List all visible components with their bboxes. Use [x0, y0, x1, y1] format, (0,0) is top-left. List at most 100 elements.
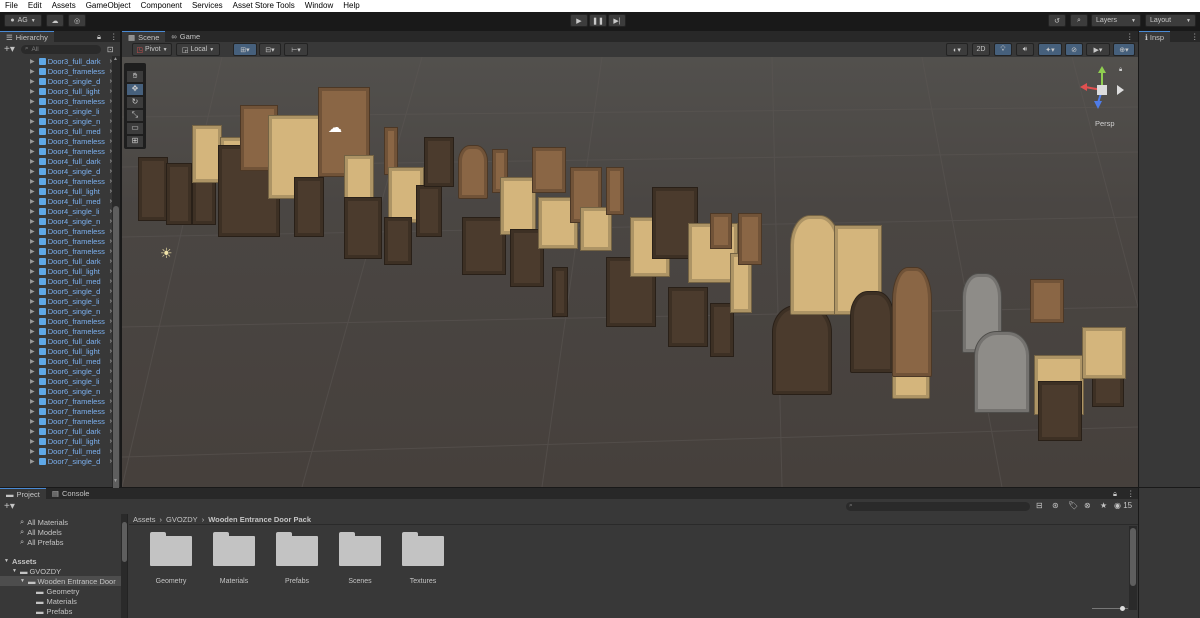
expand-arrow-icon[interactable]: ▶: [0, 168, 38, 175]
door-model[interactable]: [384, 217, 412, 265]
hierarchy-item[interactable]: ▶ Door4_frameless ›: [0, 176, 112, 186]
expand-arrow-icon[interactable]: ▶: [0, 178, 38, 185]
tab-scene[interactable]: ▦ Scene: [122, 31, 166, 42]
hierarchy-item[interactable]: ▶ Door6_full_med ›: [0, 356, 112, 366]
project-tree-scrollbar[interactable]: [121, 514, 127, 618]
hierarchy-item[interactable]: ▶ Door3_full_med ›: [0, 126, 112, 136]
account-dropdown[interactable]: ● AG ▼: [4, 14, 42, 27]
hierarchy-item[interactable]: ▶ Door3_frameless ›: [0, 96, 112, 106]
scroll-up-icon[interactable]: ▲: [113, 56, 118, 62]
expand-arrow-icon[interactable]: ▶: [0, 398, 38, 405]
expand-arrow-icon[interactable]: ▶: [0, 388, 38, 395]
hierarchy-item[interactable]: ▶ Door5_frameless ›: [0, 226, 112, 236]
breadcrumb-item[interactable]: GVOZDY: [166, 515, 198, 524]
scroll-down-icon[interactable]: ▼: [113, 478, 118, 484]
door-model[interactable]: [850, 291, 894, 373]
expand-arrow-icon[interactable]: ▶: [0, 58, 38, 65]
slider-thumb[interactable]: [1120, 606, 1125, 611]
expand-arrow-icon[interactable]: ▶: [0, 438, 38, 445]
hierarchy-item[interactable]: ▶ Door5_full_dark ›: [0, 256, 112, 266]
play-button[interactable]: ▶: [570, 14, 588, 27]
filter-type-icon[interactable]: ⊟: [1036, 501, 1043, 510]
door-model[interactable]: [416, 185, 442, 237]
expand-arrow-icon[interactable]: ▶: [0, 418, 38, 425]
hierarchy-item[interactable]: ▶ Door7_full_med ›: [0, 446, 112, 456]
hierarchy-item[interactable]: ▶ Door5_full_light ›: [0, 266, 112, 276]
tree-item-materials[interactable]: ▬ Materials: [0, 596, 122, 606]
menu-item[interactable]: Edit: [23, 0, 47, 12]
hierarchy-item[interactable]: ▶ Door5_full_med ›: [0, 276, 112, 286]
expand-arrow-icon[interactable]: ▶: [0, 108, 38, 115]
folder-item[interactable]: Textures: [393, 532, 453, 585]
hierarchy-item[interactable]: ▶ Door4_full_light ›: [0, 186, 112, 196]
hierarchy-item[interactable]: ▶ Door3_full_dark ›: [0, 56, 112, 66]
project-tree-scroll-thumb[interactable]: [122, 522, 127, 562]
hierarchy-search-input[interactable]: ⌕ All: [20, 44, 101, 54]
lighting-toggle[interactable]: 💡︎: [994, 43, 1012, 56]
hierarchy-scrollbar[interactable]: ▲ ▼: [112, 56, 120, 491]
door-model[interactable]: [710, 213, 732, 249]
hierarchy-item[interactable]: ▶ Door5_single_d ›: [0, 286, 112, 296]
expand-arrow-icon[interactable]: ▶: [0, 258, 38, 265]
hierarchy-item[interactable]: ▶ Door6_single_n ›: [0, 386, 112, 396]
hierarchy-item[interactable]: ▶ Door3_frameless ›: [0, 136, 112, 146]
scene-viewport[interactable]: ✋︎ ✥ ↻ ⤡ ▭ ⊞ ☁ ☀ Persp 🔒︎: [122, 57, 1138, 487]
ruler-button[interactable]: ⊢▾: [284, 43, 308, 56]
folder-item[interactable]: Geometry: [141, 532, 201, 585]
expand-arrow-icon[interactable]: ▶: [0, 408, 38, 415]
hierarchy-item[interactable]: ▶ Door3_single_li ›: [0, 106, 112, 116]
effects-dropdown[interactable]: ✦▾: [1038, 43, 1062, 56]
door-model[interactable]: [1038, 381, 1082, 441]
rotate-tool[interactable]: ↻: [127, 97, 143, 108]
door-model[interactable]: [532, 147, 566, 193]
expand-arrow-icon[interactable]: ▶: [0, 238, 38, 245]
more-icon[interactable]: ⋮: [1127, 489, 1135, 498]
light-gizmo-icon[interactable]: ☀: [160, 245, 173, 262]
hierarchy-item[interactable]: ▶ Door4_single_n ›: [0, 216, 112, 226]
door-model[interactable]: [772, 305, 832, 395]
tree-item-geometry[interactable]: ▬ Geometry: [0, 586, 122, 596]
expand-arrow-icon[interactable]: ▶: [0, 318, 38, 325]
hierarchy-item[interactable]: ▶ Door6_frameless ›: [0, 316, 112, 326]
hierarchy-item[interactable]: ▶ Door6_single_li ›: [0, 376, 112, 386]
hierarchy-item[interactable]: ▶ Door5_single_li ›: [0, 296, 112, 306]
menu-item[interactable]: GameObject: [81, 0, 136, 12]
rect-tool[interactable]: ▭: [127, 123, 143, 134]
door-model[interactable]: [458, 145, 488, 199]
door-model[interactable]: [138, 157, 168, 221]
layout-dropdown[interactable]: Layout ▼: [1145, 14, 1196, 27]
project-content-scroll-thumb[interactable]: [1130, 528, 1136, 586]
expand-arrow-icon[interactable]: ▶: [0, 128, 38, 135]
hierarchy-item[interactable]: ▶ Door7_frameless ›: [0, 406, 112, 416]
add-icon[interactable]: +▾: [4, 501, 15, 512]
menu-item[interactable]: Services: [187, 0, 228, 12]
scene-visibility-icon[interactable]: ⊡: [107, 45, 114, 54]
transform-tool[interactable]: ⊞: [127, 136, 143, 147]
hierarchy-item[interactable]: ▶ Door4_single_li ›: [0, 206, 112, 216]
menu-item[interactable]: Window: [300, 0, 338, 12]
hierarchy-item[interactable]: ▶ Door4_full_med ›: [0, 196, 112, 206]
expand-arrow-icon[interactable]: ▶: [0, 278, 38, 285]
2d-toggle[interactable]: 2D: [972, 43, 990, 56]
door-model[interactable]: [974, 331, 1030, 413]
project-content-scrollbar[interactable]: [1129, 526, 1137, 610]
hierarchy-item[interactable]: ▶ Door4_full_dark ›: [0, 156, 112, 166]
hierarchy-item[interactable]: ▶ Door4_single_d ›: [0, 166, 112, 176]
hierarchy-scroll-thumb[interactable]: [113, 206, 119, 491]
favorite-item[interactable]: ⌕ All Prefabs: [0, 537, 118, 547]
history-button[interactable]: ↺: [1048, 14, 1066, 27]
search-scope-icon[interactable]: ⊗: [1084, 501, 1091, 510]
hierarchy-item[interactable]: ▶ Door5_frameless ›: [0, 236, 112, 246]
breadcrumb-item[interactable]: Assets: [133, 515, 156, 524]
tree-item-door-pack[interactable]: ▼ ▬ Wooden Entrance Door: [0, 576, 122, 586]
collab-button[interactable]: ◎: [68, 14, 86, 27]
expand-arrow-icon[interactable]: ▶: [0, 118, 38, 125]
expand-arrow-icon[interactable]: ▶: [0, 188, 38, 195]
door-model[interactable]: [668, 287, 708, 347]
pause-button[interactable]: ❚❚: [589, 14, 607, 27]
door-model[interactable]: [892, 267, 932, 377]
expand-arrow-icon[interactable]: ▶: [0, 298, 38, 305]
favorite-item[interactable]: ⌕ All Models: [0, 527, 118, 537]
expand-arrow-icon[interactable]: ▶: [0, 208, 38, 215]
move-tool[interactable]: ✥: [127, 84, 143, 95]
